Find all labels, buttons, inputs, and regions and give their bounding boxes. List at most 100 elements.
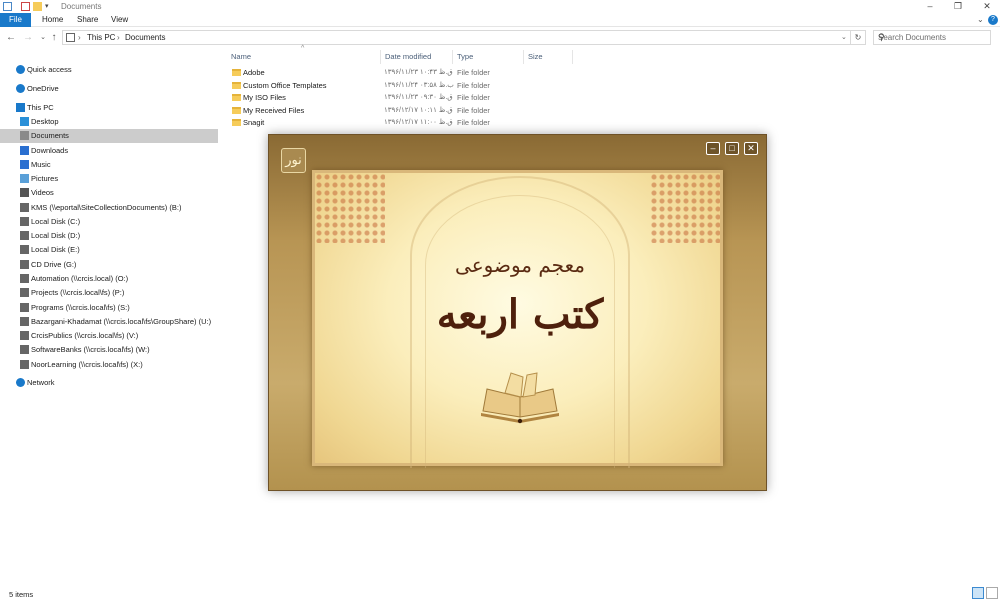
nav-item-label: Network (27, 378, 55, 387)
back-button[interactable]: ← (5, 31, 17, 44)
nav-item-9[interactable]: KMS (\\eportal\SiteCollectionDocuments) … (0, 201, 218, 215)
noor-logo: نور (281, 148, 306, 173)
column-header-type[interactable]: Type (457, 52, 473, 61)
file-type: File folder (457, 80, 490, 90)
network-drive-icon (20, 317, 29, 326)
videos-icon (20, 188, 29, 197)
nav-item-label: Documents (31, 131, 69, 140)
nav-item-label: Videos (31, 188, 54, 197)
file-list: Name ^ Date modified Type Size Adobe ۱۳۹۶… (227, 45, 587, 137)
expand-ribbon-icon[interactable]: ⌄ (977, 13, 984, 27)
sort-ascending-icon: ^ (301, 45, 305, 52)
address-row: ← → ⌄ ↑ › This PC › Documents ⌄ ↻ Search… (0, 28, 1000, 47)
network-drive-icon (20, 331, 29, 340)
customize-toolbar-icon[interactable]: ▾ (45, 2, 54, 11)
splash-minimize-button[interactable]: – (706, 142, 720, 155)
nav-item-label: Local Disk (C:) (31, 217, 81, 226)
nav-item-11[interactable]: Local Disk (D:) (0, 229, 218, 243)
window-title: Documents (61, 2, 102, 11)
nav-item-14[interactable]: Automation (\\crcis.local) (O:) (0, 272, 218, 286)
tab-home[interactable]: Home (42, 13, 63, 27)
this-pc-icon (66, 33, 75, 42)
nav-item-7[interactable]: Pictures (0, 172, 218, 186)
nav-item-18[interactable]: CrcisPublics (\\crcis.local\fs) (V:) (0, 329, 218, 343)
nav-item-1[interactable]: OneDrive (0, 82, 218, 96)
nav-item-19[interactable]: SoftwareBanks (\\crcis.local\fs) (W:) (0, 343, 218, 357)
splash-close-button[interactable]: ✕ (744, 142, 758, 155)
new-folder-icon[interactable] (33, 2, 42, 11)
disk-icon (20, 217, 29, 226)
nav-item-15[interactable]: Projects (\\crcis.local\fs) (P:) (0, 286, 218, 300)
refresh-button[interactable]: ↻ (851, 30, 866, 45)
splash-maximize-button[interactable]: □ (725, 142, 739, 155)
breadcrumb-documents[interactable]: Documents (125, 33, 165, 42)
properties-icon[interactable] (21, 2, 30, 11)
file-type: File folder (457, 93, 490, 102)
file-name: Snagit (243, 118, 265, 127)
forward-button[interactable]: → (22, 31, 34, 44)
tab-file[interactable]: File (0, 13, 31, 27)
nav-item-5[interactable]: Downloads (0, 144, 218, 158)
nav-item-label: SoftwareBanks (\\crcis.local\fs) (W:) (31, 345, 150, 354)
large-icons-view-button[interactable] (986, 587, 998, 599)
nav-item-label: NoorLearning (\\crcis.local\fs) (X:) (31, 360, 143, 369)
tab-view[interactable]: View (111, 13, 128, 27)
column-header-name[interactable]: Name (231, 52, 251, 61)
nav-item-label: OneDrive (27, 84, 59, 93)
file-date: ۱۳۹۶/۱۱/۲۴ ب.ظ ۰۳:۵۸ (384, 81, 454, 89)
column-header-size[interactable]: Size (528, 52, 543, 61)
ornament-top-left (315, 173, 385, 243)
ornament-top-right (650, 173, 720, 243)
nav-item-6[interactable]: Music (0, 158, 218, 172)
cd-icon (20, 260, 29, 269)
nav-item-label: Local Disk (D:) (31, 231, 81, 240)
nav-item-8[interactable]: Videos (0, 186, 218, 200)
nav-item-17[interactable]: Bazargani-Khadamat (\\crcis.local\fs\Gro… (0, 315, 218, 329)
breadcrumb-this-pc[interactable]: This PC (87, 33, 115, 42)
documents-icon (20, 131, 29, 140)
nav-item-4[interactable]: Documents (0, 129, 218, 143)
splash-artwork: معجم موضوعی کتب اربعه (312, 170, 723, 468)
search-input[interactable]: Search Documents ⚲ (873, 30, 991, 45)
file-type: File folder (457, 118, 490, 127)
file-date: ۱۳۹۶/۱۲/۱۷ ق.ظ ۱۰:۱۱ (384, 106, 453, 114)
restore-button[interactable]: ❐ (947, 0, 969, 13)
address-dropdown-icon[interactable]: ⌄ (841, 33, 847, 41)
minimize-button[interactable]: – (919, 0, 941, 13)
up-button[interactable]: ↑ (48, 31, 60, 44)
nav-item-21[interactable]: Network (0, 376, 218, 390)
file-row[interactable]: Snagit ۱۳۹۶/۱۲/۱۷ ق.ظ ۱۱:۰۰ File folder (227, 117, 587, 129)
ribbon-tabs: File Home Share View ⌄ ? (0, 13, 1000, 27)
nav-item-16[interactable]: Programs (\\crcis.local\fs) (S:) (0, 301, 218, 315)
nav-item-10[interactable]: Local Disk (C:) (0, 215, 218, 229)
nav-item-label: Quick access (27, 65, 72, 74)
nav-item-13[interactable]: CD Drive (G:) (0, 258, 218, 272)
file-row[interactable]: Custom Office Templates ۱۳۹۶/۱۱/۲۴ ب.ظ ۰۳… (227, 80, 587, 92)
file-row[interactable]: My ISO Files ۱۳۹۶/۱۱/۲۳ ق.ظ ۰۹:۳۰ File fol… (227, 92, 587, 104)
nav-item-label: Local Disk (E:) (31, 245, 80, 254)
search-icon: ⚲ (878, 32, 885, 42)
address-bar[interactable]: › This PC › Documents ⌄ (62, 30, 851, 45)
tab-share[interactable]: Share (77, 13, 98, 27)
splash-subtitle: معجم موضوعی (455, 253, 585, 277)
pictures-icon (20, 174, 29, 183)
folder-icon (232, 119, 241, 126)
nav-item-label: Automation (\\crcis.local) (O:) (31, 274, 129, 283)
nav-item-12[interactable]: Local Disk (E:) (0, 243, 218, 257)
nav-item-2[interactable]: This PC (0, 101, 218, 115)
column-header-date[interactable]: Date modified (385, 52, 431, 61)
nav-item-0[interactable]: Quick access (0, 63, 218, 77)
file-name: Adobe (243, 68, 265, 77)
network-drive-icon (20, 288, 29, 297)
network-icon (16, 378, 25, 387)
title-bar: ▾ Documents – ❐ ✕ (0, 0, 1000, 13)
help-icon[interactable]: ? (988, 15, 998, 25)
nav-item-label: Programs (\\crcis.local\fs) (S:) (31, 303, 130, 312)
app-icon[interactable] (3, 2, 12, 11)
details-view-button[interactable] (972, 587, 984, 599)
nav-item-20[interactable]: NoorLearning (\\crcis.local\fs) (X:) (0, 358, 218, 372)
close-button[interactable]: ✕ (976, 0, 998, 13)
file-row[interactable]: My Received Files ۱۳۹۶/۱۲/۱۷ ق.ظ ۱۰:۱۱ Fil… (227, 105, 587, 117)
file-row[interactable]: Adobe ۱۳۹۶/۱۱/۲۳ ق.ظ ۱۰:۴۳ File folder (227, 67, 587, 79)
nav-item-3[interactable]: Desktop (0, 115, 218, 129)
